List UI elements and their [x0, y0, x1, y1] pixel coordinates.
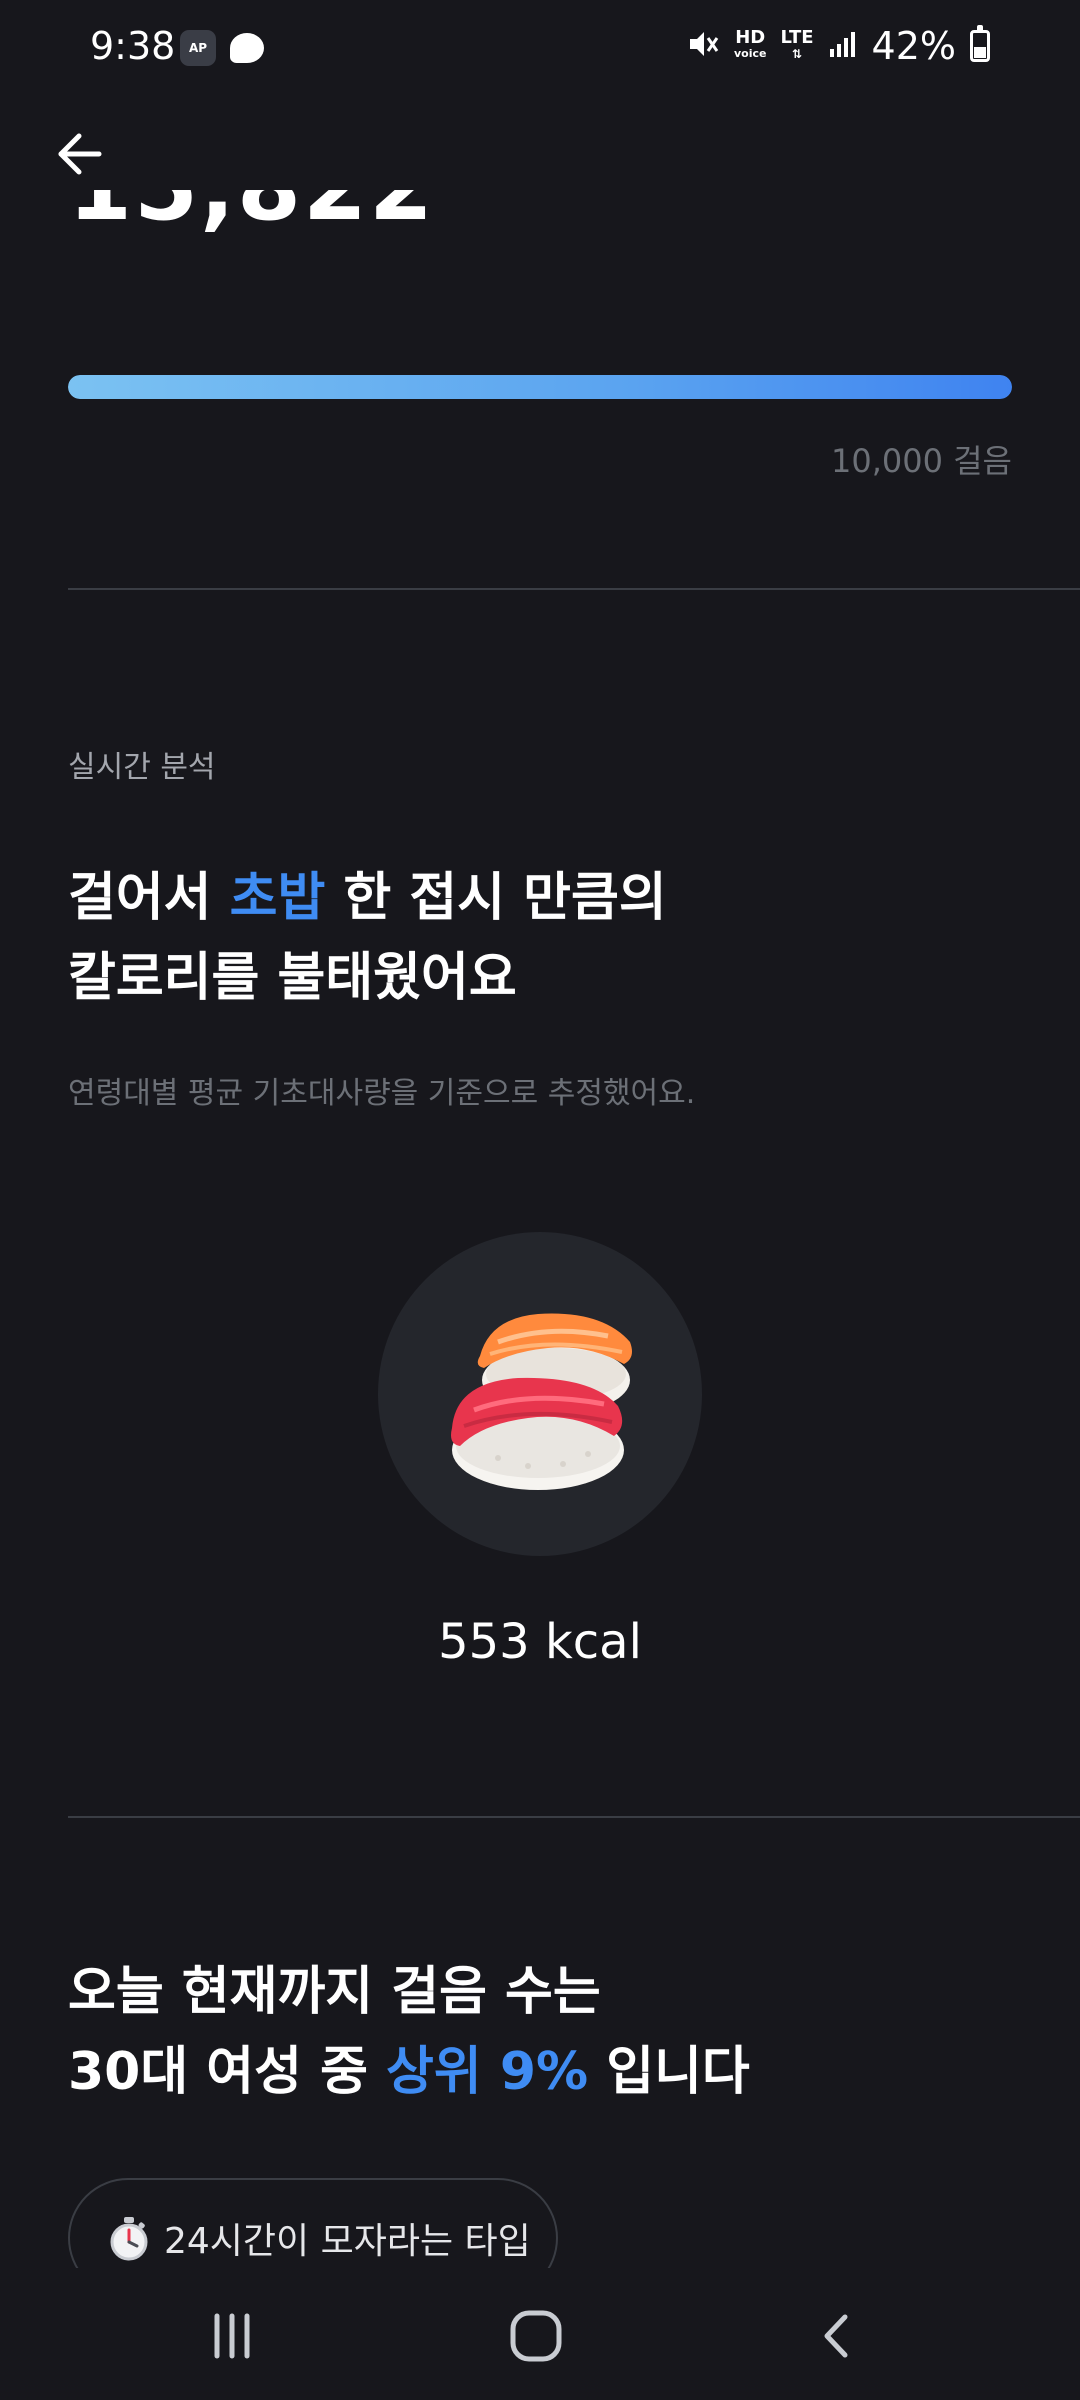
system-nav-bar — [0, 2268, 1080, 2400]
chat-bubble-icon — [230, 33, 264, 63]
voice-label: voice — [733, 47, 767, 60]
chip-label: 24시간이 모자라는 타입 — [164, 2221, 531, 2262]
status-right-icons: HD voice LTE ⇅ 42% — [686, 24, 990, 68]
step-progress-fill — [68, 375, 1012, 399]
data-arrows-icon: ⇅ — [791, 47, 803, 61]
lte-indicator: LTE ⇅ — [780, 27, 814, 62]
stopwatch-icon — [110, 2217, 148, 2261]
ranking-accent: 상위 9% — [386, 2042, 589, 2102]
mute-icon — [686, 27, 720, 65]
step-goal-label: 10,000 걸음 — [830, 442, 1012, 480]
home-icon — [510, 2310, 562, 2362]
lte-label: LTE — [780, 27, 814, 48]
status-time: 9:38 — [90, 24, 176, 68]
status-bar: 9:38 AP HD voice LTE ⇅ 42% — [0, 0, 1080, 100]
section-divider — [68, 1816, 1080, 1818]
section-label: 실시간 분석 — [68, 750, 216, 785]
recent-apps-icon — [214, 2313, 250, 2359]
home-button[interactable] — [496, 2296, 576, 2376]
status-notification-icons: AP — [180, 30, 264, 66]
ranking-line2: 30대 여성 중 — [68, 2042, 387, 2102]
headline-text-rest: 한 접시 만큼의 — [325, 868, 667, 928]
headline-text: 걸어서 — [68, 868, 230, 928]
battery-icon — [970, 25, 990, 62]
battery-level — [974, 47, 986, 58]
ranking-line1: 오늘 현재까지 걸음 수는 — [68, 1962, 601, 2022]
battery-percent: 42% — [871, 24, 956, 68]
step-progress-bar — [68, 375, 1012, 399]
ranking-line2-rest: 입니다 — [588, 2042, 750, 2102]
back-icon — [824, 2314, 848, 2358]
arrow-left-icon — [58, 133, 102, 175]
food-illustration — [378, 1232, 702, 1556]
sushi-icon — [451, 1313, 632, 1490]
section-divider — [68, 588, 1080, 590]
system-back-button[interactable] — [798, 2296, 878, 2376]
step-count-container: 15,822 — [0, 190, 1080, 270]
step-count: 15,822 — [68, 190, 435, 241]
headline-line2: 칼로리를 불태웠어요 — [68, 948, 517, 1008]
back-button[interactable] — [50, 124, 110, 184]
calorie-basis-note: 연령대별 평균 기초대사량을 기준으로 추정했어요. — [68, 1076, 696, 1111]
recent-apps-button[interactable] — [192, 2296, 272, 2376]
calorie-value: 553 kcal — [438, 1614, 642, 1670]
app-notification-icon: AP — [180, 30, 216, 66]
ranking-headline: 오늘 현재까지 걸음 수는 30대 여성 중 상위 9% 입니다 — [68, 1952, 1028, 2112]
hd-label: HD — [735, 27, 766, 48]
signal-icon — [828, 29, 858, 63]
headline-accent: 초밥 — [229, 868, 326, 928]
hd-voice-indicator: HD voice — [733, 27, 767, 62]
calorie-headline: 걸어서 초밥 한 접시 만큼의 칼로리를 불태웠어요 — [68, 858, 1028, 1018]
